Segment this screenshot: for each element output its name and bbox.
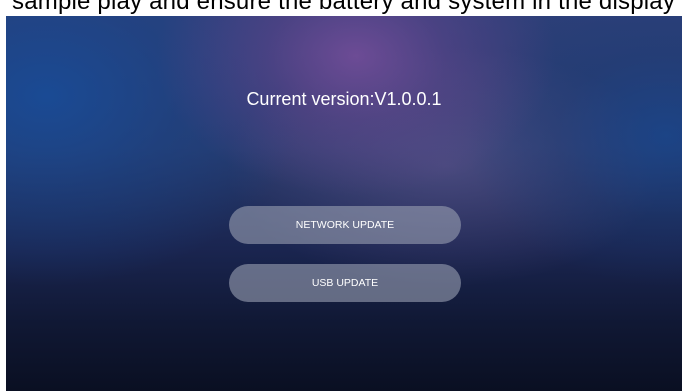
- update-screen: Current version:V1.0.0.1 NETWORK UPDATE …: [6, 16, 682, 391]
- usb-update-button[interactable]: USB UPDATE: [229, 264, 461, 302]
- cropped-caption-strip: sample play and ensure the battery and s…: [0, 0, 682, 16]
- current-version-label: Current version:V1.0.0.1: [246, 89, 442, 109]
- screenshot-frame: sample play and ensure the battery and s…: [0, 0, 682, 391]
- cropped-caption-text: sample play and ensure the battery and s…: [12, 0, 676, 15]
- network-update-button[interactable]: NETWORK UPDATE: [229, 206, 461, 244]
